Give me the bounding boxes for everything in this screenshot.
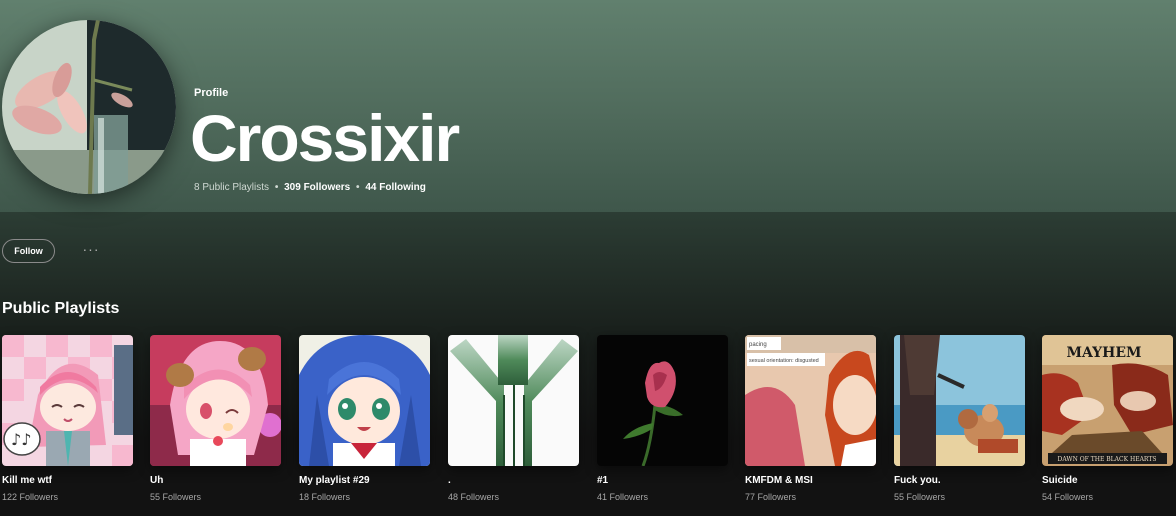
playlist-cover [597,335,728,466]
profile-header [0,0,1176,212]
playlist-card[interactable]: My playlist #29 18 Followers [299,335,431,505]
playlist-title[interactable]: KMFDM & MSI [745,475,877,486]
playlist-grid: ♪♪ Kill me wtf 122 Followers Uh 55 Follo… [2,335,1176,505]
playlist-title[interactable]: . [448,475,580,486]
playlist-followers: 18 Followers [299,492,351,502]
cover-caption: DAWN OF THE BLACK HEARTS [1058,456,1157,463]
playlist-card[interactable]: Fuck you. 55 Followers [894,335,1026,505]
playlist-card[interactable]: MAYHEM DAWN OF THE BLACK HEARTS Suicide … [1042,335,1174,505]
playlist-cover: pacing sexual orientation: disgusted [745,335,876,466]
stats-separator: • [274,182,279,193]
playlist-title[interactable]: #1 [597,475,729,486]
public-playlists-heading[interactable]: Public Playlists [2,300,119,318]
playlist-cover [299,335,430,466]
cover-logo: MAYHEM [1066,345,1141,361]
playlist-card[interactable]: pacing sexual orientation: disgusted KMF… [745,335,877,505]
cover-caption: pacing [749,342,767,348]
playlist-card[interactable]: #1 41 Followers [597,335,729,505]
profile-name: Crossixir [190,101,460,175]
playlist-followers: 122 Followers [2,492,59,502]
playlist-followers: 55 Followers [894,492,946,502]
playlist-card[interactable]: ♪♪ Kill me wtf 122 Followers [2,335,134,505]
playlist-title[interactable]: Fuck you. [894,475,1026,486]
playlist-card[interactable]: Uh 55 Followers [150,335,282,505]
playlist-title[interactable]: Uh [150,475,282,486]
svg-text:♪♪: ♪♪ [11,430,31,449]
playlist-title[interactable]: My playlist #29 [299,475,431,486]
playlist-followers: 48 Followers [448,492,500,502]
followers-count[interactable]: 309 Followers [284,182,350,193]
profile-avatar[interactable] [2,20,176,194]
playlist-cover: ♪♪ [2,335,133,466]
playlist-cover: MAYHEM DAWN OF THE BLACK HEARTS [1042,335,1173,466]
playlist-title[interactable]: Kill me wtf [2,475,134,486]
playlist-title[interactable]: Suicide [1042,475,1174,486]
playlist-cover [894,335,1025,466]
playlist-cover [150,335,281,466]
stats-separator: • [356,182,360,193]
playlists-count[interactable]: 8 Public Playlists [194,182,269,193]
playlist-card[interactable]: . 48 Followers [448,335,580,505]
more-options-icon[interactable]: ··· [78,242,104,260]
playlist-followers: 54 Followers [1042,492,1094,502]
playlist-cover [448,335,579,466]
profile-stats: 8 Public Playlists • 309 Followers • 44 … [194,182,426,193]
playlist-followers: 55 Followers [150,492,202,502]
follow-button[interactable]: Follow [2,239,55,263]
following-count[interactable]: 44 Following [365,182,426,193]
cover-caption: sexual orientation: disgusted [749,358,819,364]
playlist-followers: 77 Followers [745,492,797,502]
playlist-followers: 41 Followers [597,492,649,502]
